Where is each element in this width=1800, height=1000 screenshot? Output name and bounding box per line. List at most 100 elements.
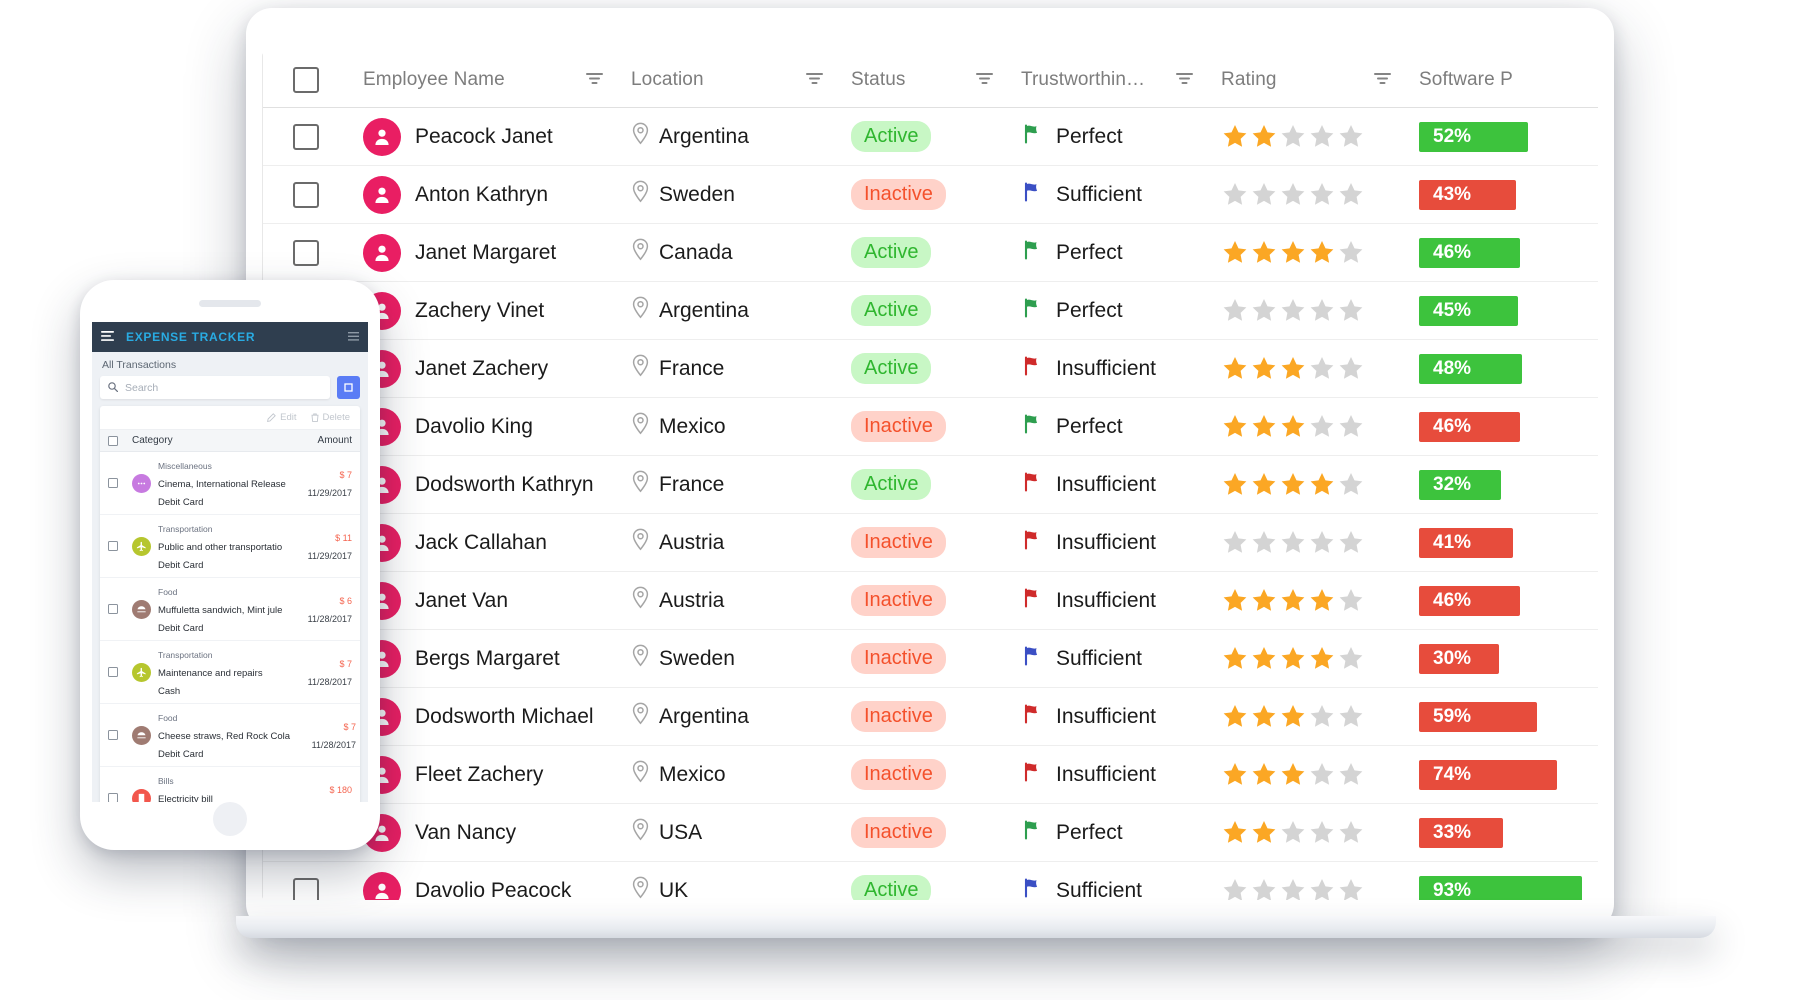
rating-stars[interactable]: [1221, 819, 1365, 846]
table-row[interactable]: Fleet Zachery Mexico Inactive Insufficie…: [263, 746, 1598, 804]
trust-flag-icon: [1021, 528, 1045, 558]
transaction-description: Cinema, International Release: [158, 479, 286, 490]
phone-search-row: Search: [100, 376, 360, 399]
row-checkbox[interactable]: [263, 224, 349, 281]
rating-stars[interactable]: [1221, 645, 1365, 672]
location-pin-icon: [631, 412, 650, 441]
trust-label: Insufficient: [1056, 762, 1157, 786]
cell-rating: [1207, 746, 1405, 803]
cell-trustworthiness: Perfect: [1007, 224, 1207, 281]
rating-stars[interactable]: [1221, 181, 1365, 208]
add-transaction-button[interactable]: [337, 376, 360, 399]
table-row[interactable]: Dodsworth Michael Argentina Inactive Ins…: [263, 688, 1598, 746]
cell-rating: [1207, 340, 1405, 397]
delete-button[interactable]: Delete: [311, 412, 350, 423]
transaction-checkbox[interactable]: [108, 730, 132, 740]
transaction-checkbox[interactable]: [108, 478, 132, 488]
row-checkbox[interactable]: [263, 166, 349, 223]
filter-icon[interactable]: [1374, 69, 1391, 91]
rating-stars[interactable]: [1221, 123, 1365, 150]
rating-stars[interactable]: [1221, 239, 1365, 266]
trust-label: Insufficient: [1056, 472, 1157, 496]
employee-name-label: Davolio King: [415, 414, 533, 438]
list-item[interactable]: Transportation Public and other transpor…: [100, 515, 360, 578]
location-label: UK: [659, 878, 689, 901]
table-row[interactable]: Janet Van Austria Inactive Insufficient …: [263, 572, 1598, 630]
transaction-checkbox[interactable]: [108, 667, 132, 677]
search-input[interactable]: Search: [100, 376, 330, 399]
transaction-checkbox[interactable]: [108, 604, 132, 614]
filter-icon[interactable]: [806, 69, 823, 91]
checkbox[interactable]: [293, 123, 319, 150]
list-item[interactable]: Bills Electricity bill Credit Card $ 180…: [100, 767, 360, 802]
trust-flag-icon: [1021, 412, 1045, 442]
transactions-header-row: Category Amount: [100, 430, 360, 452]
row-checkbox[interactable]: [263, 108, 349, 165]
plane-icon: [132, 536, 151, 556]
rating-stars[interactable]: [1221, 587, 1365, 614]
table-row[interactable]: Van Nancy USA Inactive Perfect 33%: [263, 804, 1598, 862]
rating-stars[interactable]: [1221, 297, 1365, 324]
filter-icon[interactable]: [586, 69, 603, 91]
table-row[interactable]: Anton Kathryn Sweden Inactive Sufficient…: [263, 166, 1598, 224]
rating-stars[interactable]: [1221, 877, 1365, 900]
rating-stars[interactable]: [1221, 761, 1365, 788]
checkbox[interactable]: [293, 877, 319, 900]
status-badge: Inactive: [851, 527, 946, 558]
checkbox[interactable]: [293, 181, 319, 208]
rating-stars[interactable]: [1221, 355, 1365, 382]
transaction-amount: $ 7: [339, 470, 352, 480]
checkbox[interactable]: [293, 66, 319, 93]
phone-home-button[interactable]: [213, 802, 247, 836]
checkbox[interactable]: [293, 239, 319, 266]
column-header-soft[interactable]: Software P: [1405, 52, 1598, 107]
employee-name-label: Fleet Zachery: [415, 762, 544, 786]
transaction-date: 11/29/2017: [307, 551, 352, 561]
table-row[interactable]: Zachery Vinet Argentina Active Perfect 4…: [263, 282, 1598, 340]
transaction-payment-method: Debit Card: [158, 749, 204, 760]
list-item[interactable]: Food Cheese straws, Red Rock Cola Debit …: [100, 704, 360, 767]
column-header-name[interactable]: Employee Name: [349, 52, 617, 107]
cell-rating: [1207, 398, 1405, 455]
filter-icon[interactable]: [976, 69, 993, 91]
cell-location: France: [617, 456, 837, 513]
card-toolbar: Edit Delete: [100, 406, 360, 430]
column-header-stat[interactable]: Status: [837, 52, 1007, 107]
table-row[interactable]: Peacock Janet Argentina Active Perfect 5…: [263, 108, 1598, 166]
list-item[interactable]: Miscellaneous Cinema, International Rele…: [100, 452, 360, 515]
transaction-checkbox[interactable]: [108, 793, 132, 802]
hamburger-menu-icon[interactable]: [101, 328, 114, 346]
table-row[interactable]: Dodsworth Kathryn France Active Insuffic…: [263, 456, 1598, 514]
list-item[interactable]: Transportation Maintenance and repairs C…: [100, 641, 360, 704]
trust-label: Sufficient: [1056, 878, 1142, 901]
cell-employee-name: Davolio Peacock: [349, 862, 617, 900]
edit-button[interactable]: Edit: [267, 412, 297, 423]
table-row[interactable]: Jack Callahan Austria Inactive Insuffici…: [263, 514, 1598, 572]
cell-software-proficiency: 46%: [1405, 398, 1598, 455]
column-header-trust[interactable]: Trustworthin…: [1007, 52, 1207, 107]
table-row[interactable]: Davolio Peacock UK Active Sufficient 93%: [263, 862, 1598, 900]
list-item[interactable]: Food Muffuletta sandwich, Mint jule Debi…: [100, 578, 360, 641]
rating-stars[interactable]: [1221, 471, 1365, 498]
rating-stars[interactable]: [1221, 413, 1365, 440]
filter-icon[interactable]: [1176, 69, 1193, 91]
table-row[interactable]: Janet Margaret Canada Active Perfect 46%: [263, 224, 1598, 282]
rating-stars[interactable]: [1221, 703, 1365, 730]
table-row[interactable]: Janet Zachery France Active Insufficient…: [263, 340, 1598, 398]
column-header-rate[interactable]: Rating: [1207, 52, 1405, 107]
cell-employee-name: Janet Margaret: [349, 224, 617, 281]
cell-software-proficiency: 32%: [1405, 456, 1598, 513]
location-pin-icon: [631, 354, 650, 383]
column-header-loc[interactable]: Location: [617, 52, 837, 107]
select-all-checkbox[interactable]: [263, 52, 349, 107]
row-checkbox[interactable]: [263, 862, 349, 900]
table-row[interactable]: Bergs Margaret Sweden Inactive Sufficien…: [263, 630, 1598, 688]
transaction-checkbox[interactable]: [108, 541, 132, 551]
phone-options-icon[interactable]: [348, 328, 359, 346]
cell-status: Active: [837, 862, 1007, 900]
cell-location: Argentina: [617, 108, 837, 165]
select-all-checkbox[interactable]: [108, 435, 132, 446]
table-row[interactable]: Davolio King Mexico Inactive Perfect 46%: [263, 398, 1598, 456]
cell-location: Austria: [617, 514, 837, 571]
rating-stars[interactable]: [1221, 529, 1365, 556]
